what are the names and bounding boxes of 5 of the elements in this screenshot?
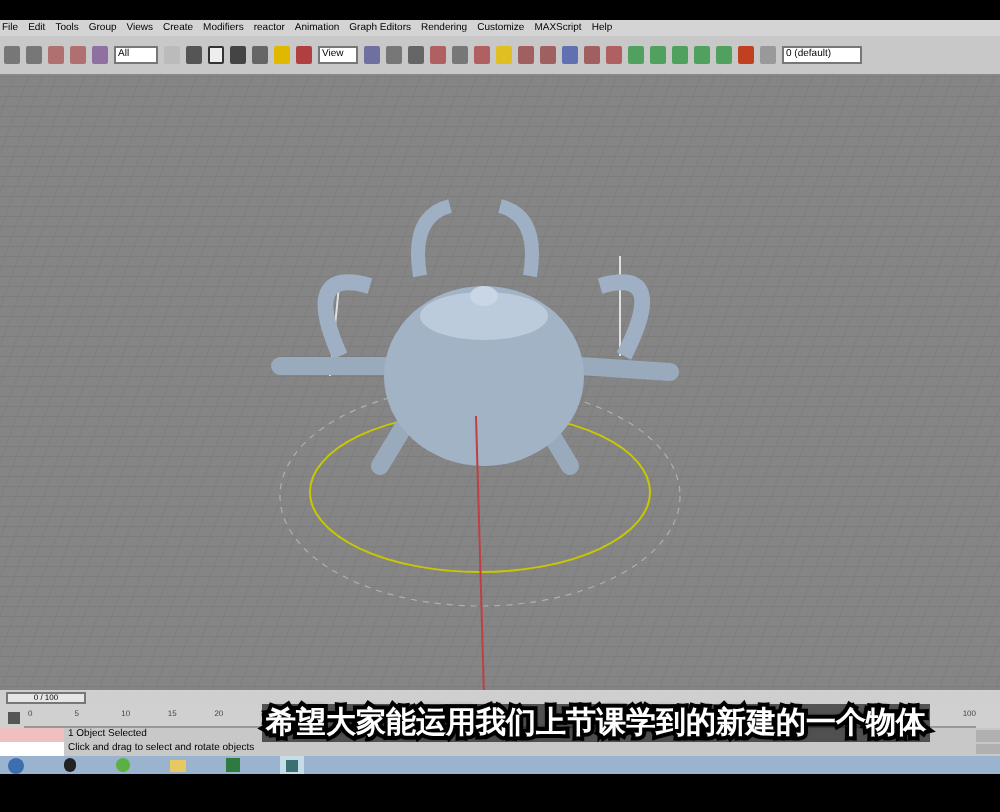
script-input-field[interactable] (0, 742, 64, 756)
auto-key-button[interactable] (976, 730, 1000, 741)
script-listener-field[interactable] (0, 728, 64, 742)
subtitle: 希望大家能运用我们上节课学到的新建的一个物体 (262, 704, 930, 742)
set-key-button[interactable] (976, 743, 1000, 754)
